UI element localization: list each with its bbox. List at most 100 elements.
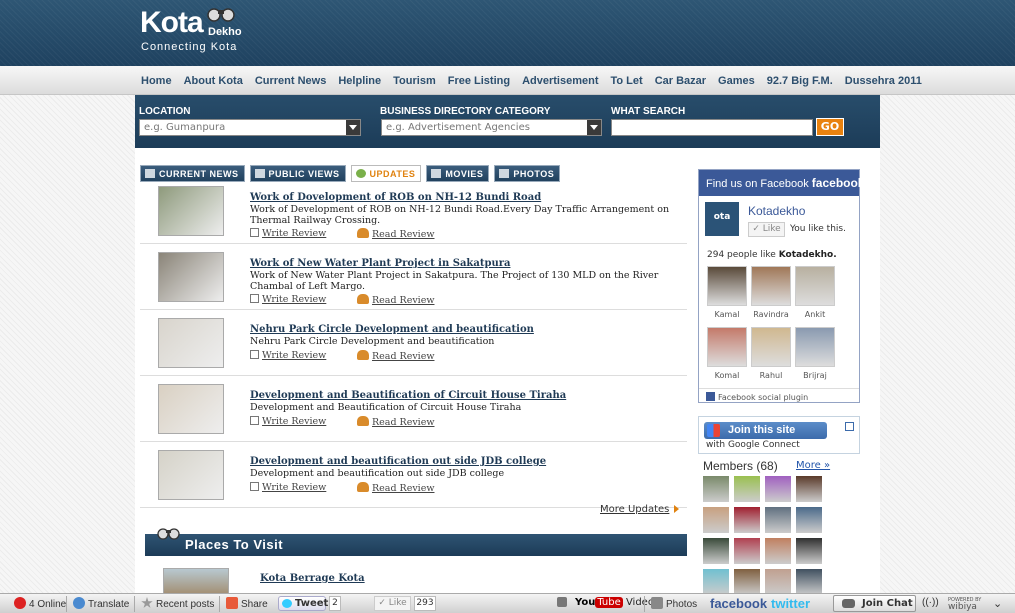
recent-posts-button[interactable]: Recent posts — [141, 597, 214, 610]
member-avatar[interactable] — [796, 538, 822, 564]
write-review-link[interactable]: Write Review — [250, 350, 326, 361]
what-search-input[interactable] — [611, 119, 813, 136]
write-review-link[interactable]: Write Review — [250, 482, 326, 493]
facebook-toolbar-button[interactable]: facebook — [710, 596, 767, 611]
category-select[interactable]: e.g. Advertisement Agencies — [381, 119, 602, 136]
twitter-toolbar-button[interactable]: twitter — [771, 596, 810, 611]
update-title[interactable]: Development and beautification out side … — [250, 456, 546, 467]
location-select[interactable]: e.g. Gumanpura — [139, 119, 361, 136]
member-avatar[interactable] — [765, 507, 791, 533]
youtube-videos-button[interactable]: You Tube Videos — [575, 597, 659, 608]
photos-button[interactable]: Photos — [651, 597, 697, 610]
join-chat-button[interactable]: Join Chat — [833, 595, 916, 612]
chevron-down-icon[interactable] — [587, 120, 601, 135]
update-title[interactable]: Work of New Water Plant Project in Sakat… — [250, 258, 510, 269]
fan-name[interactable]: Ankit — [795, 310, 835, 319]
member-avatar[interactable] — [703, 507, 729, 533]
fan-avatar[interactable] — [795, 327, 835, 367]
fan-avatar[interactable] — [751, 327, 791, 367]
member-avatar[interactable] — [734, 569, 760, 595]
updates-list: Work of Dovelopment of ROB on NH-12 Bund… — [140, 182, 687, 512]
toolbar-like-button[interactable]: ✓ Like — [374, 596, 411, 611]
update-thumbnail[interactable] — [158, 318, 224, 368]
member-avatar[interactable] — [796, 569, 822, 595]
nav-item[interactable]: Advertisement — [522, 75, 598, 87]
fb-page-name[interactable]: Kotadekho — [748, 204, 805, 218]
join-site-button[interactable]: Join this site — [704, 422, 827, 439]
tab-current-news[interactable]: CURRENT NEWS — [140, 165, 245, 182]
fan-avatar[interactable] — [751, 266, 791, 306]
fan-avatar[interactable] — [707, 327, 747, 367]
read-review-link[interactable]: Read Review — [357, 294, 434, 306]
member-avatar[interactable] — [765, 538, 791, 564]
fan-name[interactable]: Kamal — [707, 310, 747, 319]
more-updates-link[interactable]: More Updates — [600, 504, 679, 515]
tab-updates[interactable]: UPDATES — [350, 165, 422, 182]
members-more-link[interactable]: More » — [796, 460, 830, 471]
update-title[interactable]: Work of Dovelopment of ROB on NH-12 Bund… — [250, 192, 541, 203]
nav-item[interactable]: Home — [141, 75, 172, 87]
online-icon — [14, 597, 26, 609]
nav-item[interactable]: 92.7 Big F.M. — [767, 75, 833, 87]
member-avatar[interactable] — [796, 476, 822, 502]
update-thumbnail[interactable] — [158, 450, 224, 500]
update-title[interactable]: Development and Beautification of Circui… — [250, 390, 566, 401]
kotadekho-page-logo[interactable]: ota — [705, 202, 739, 236]
nav-item[interactable]: About Kota — [184, 75, 243, 87]
read-review-link[interactable]: Read Review — [357, 350, 434, 362]
member-avatar[interactable] — [765, 476, 791, 502]
nav-item[interactable]: Current News — [255, 75, 327, 87]
nav-item[interactable]: Dussehra 2011 — [845, 75, 922, 87]
write-review-link[interactable]: Write Review — [250, 228, 326, 239]
member-avatar[interactable] — [734, 507, 760, 533]
wibiya-brand[interactable]: POWERED BY wibiya — [948, 597, 981, 612]
chevron-down-icon[interactable]: ⌄ — [993, 597, 1002, 610]
fb-header-brand[interactable]: facebook — [812, 176, 865, 190]
member-avatar[interactable] — [734, 538, 760, 564]
popout-icon[interactable] — [845, 422, 854, 431]
chevron-down-icon[interactable] — [346, 120, 360, 135]
tab-icon — [499, 169, 510, 178]
fb-plugin-label[interactable]: Facebook social plugin — [718, 393, 808, 402]
fan-avatar[interactable] — [795, 266, 835, 306]
update-thumbnail[interactable] — [158, 186, 224, 236]
member-avatar[interactable] — [734, 476, 760, 502]
fb-like-button[interactable]: ✓ Like — [748, 222, 785, 237]
tab-movies[interactable]: MOVIES — [426, 165, 490, 182]
online-count[interactable]: 4 Online — [14, 597, 66, 610]
update-title[interactable]: Nehru Park Circle Development and beauti… — [250, 324, 534, 335]
read-review-link[interactable]: Read Review — [357, 416, 434, 428]
rss-icon[interactable] — [557, 597, 570, 608]
nav-item[interactable]: Free Listing — [448, 75, 510, 87]
share-button[interactable]: Share — [226, 597, 268, 610]
tab-photos[interactable]: PHOTOS — [494, 165, 561, 182]
read-review-link[interactable]: Read Review — [357, 228, 434, 240]
nav-item[interactable]: To Let — [611, 75, 643, 87]
place-title[interactable]: Kota Berrage Kota — [260, 573, 365, 584]
fan-name[interactable]: Rahul — [751, 371, 791, 380]
nav-item[interactable]: Tourism — [393, 75, 436, 87]
write-review-link[interactable]: Write Review — [250, 294, 326, 305]
audio-icon[interactable]: ((·)) — [922, 597, 939, 608]
nav-item[interactable]: Car Bazar — [655, 75, 706, 87]
update-thumbnail[interactable] — [158, 252, 224, 302]
fan-name[interactable]: Brijraj — [795, 371, 835, 380]
nav-item[interactable]: Helpline — [338, 75, 381, 87]
tab-public-views[interactable]: PUBLIC VIEWS — [249, 165, 346, 182]
translate-button[interactable]: Translate — [73, 597, 129, 610]
read-review-link[interactable]: Read Review — [357, 482, 434, 494]
member-avatar[interactable] — [703, 476, 729, 502]
fan-name[interactable]: Ravindra — [751, 310, 791, 319]
update-thumbnail[interactable] — [158, 384, 224, 434]
fan-name[interactable]: Komal — [707, 371, 747, 380]
go-button[interactable]: GO — [816, 118, 844, 136]
member-avatar[interactable] — [703, 538, 729, 564]
tweet-button[interactable]: Tweet — [278, 596, 328, 611]
nav-item[interactable]: Games — [718, 75, 755, 87]
member-avatar[interactable] — [765, 569, 791, 595]
member-avatar[interactable] — [796, 507, 822, 533]
fan-avatar[interactable] — [707, 266, 747, 306]
write-review-link[interactable]: Write Review — [250, 416, 326, 427]
member-avatar[interactable] — [703, 569, 729, 595]
site-logo[interactable]: Kota Dekho Connecting Kota — [140, 6, 242, 53]
